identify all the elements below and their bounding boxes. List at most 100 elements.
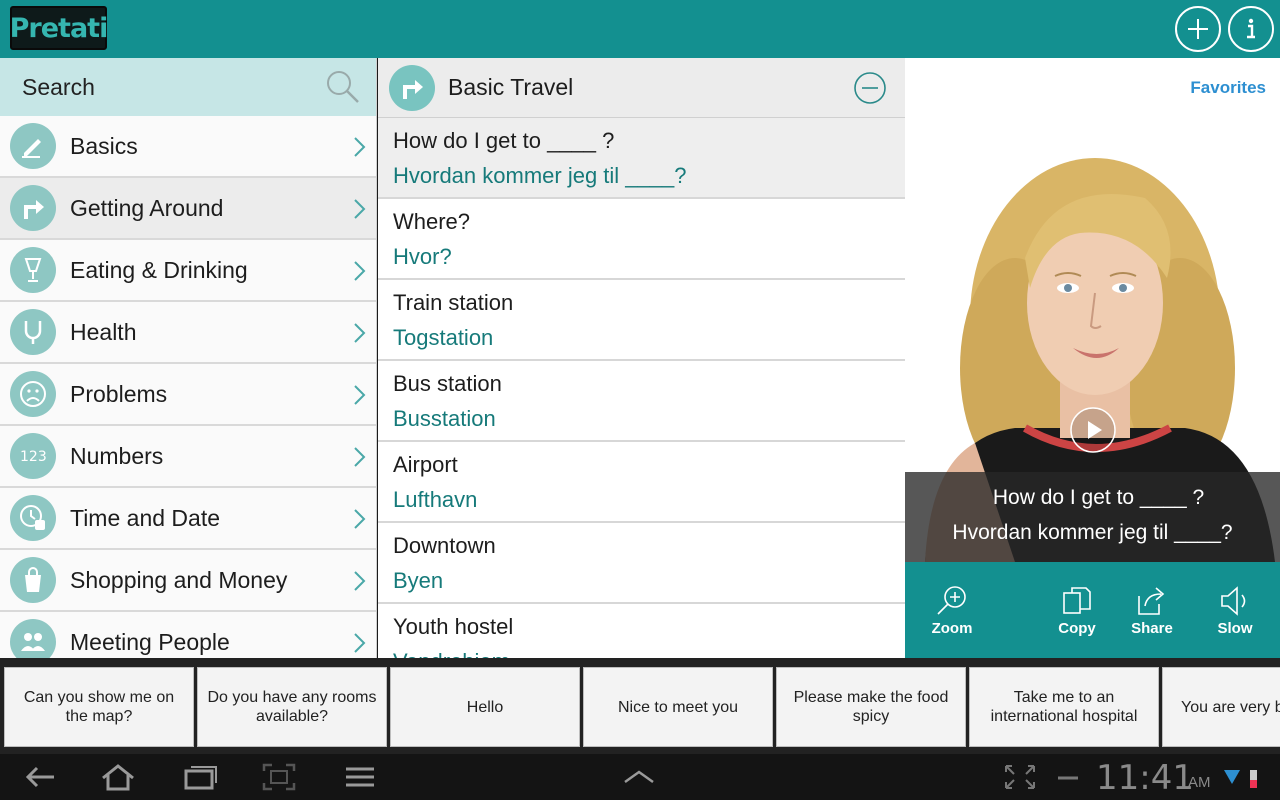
zoom-button[interactable]: Zoom — [920, 584, 984, 637]
favorites-link[interactable]: Favorites — [1190, 78, 1266, 98]
quick-phrase-label: Do you have any rooms available? — [207, 689, 377, 725]
quick-phrase-button[interactable]: Hello — [390, 667, 580, 747]
phrase-translation: Lufthavn — [393, 487, 478, 512]
system-navigation-bar: 11:41 AM — [0, 754, 1280, 800]
category-label: Time and Date — [70, 504, 220, 531]
clock-calendar-icon — [10, 495, 56, 541]
phrase-translation: Busstation — [393, 406, 496, 431]
caption-translation: Hvordan kommer jeg til ____? — [952, 521, 1233, 544]
glass-icon — [10, 247, 56, 293]
caption-english: How do I get to ____ ? — [992, 486, 1205, 509]
quick-phrase-button[interactable]: Nice to meet you — [583, 667, 773, 747]
copy-icon — [1063, 587, 1091, 614]
phrase-panel: Basic Travel How do I get to ____ ? Hvor… — [378, 58, 905, 658]
status-clock: 11:41 — [1096, 758, 1194, 798]
quick-phrase-button[interactable]: Do you have any rooms available? — [197, 667, 387, 747]
search-bar[interactable]: Search — [0, 58, 376, 116]
quick-phrase-label: Nice to meet you — [617, 698, 739, 716]
add-button[interactable] — [1175, 6, 1221, 52]
phrase-item[interactable]: Bus station Busstation — [378, 361, 905, 442]
category-numbers[interactable]: 123 Numbers — [0, 426, 376, 488]
home-icon[interactable] — [100, 762, 136, 792]
phrase-english: Train station — [393, 290, 514, 315]
phrase-item[interactable]: Youth hostel Vandrehjem — [378, 604, 905, 658]
svg-text:123: 123 — [20, 449, 47, 465]
top-bar: Pretati — [0, 0, 1280, 58]
chevron-right-icon — [354, 571, 366, 591]
copy-label: Copy — [1058, 620, 1096, 637]
play-icon[interactable] — [1069, 406, 1117, 454]
action-bar: Zoom Copy Share Slow — [905, 562, 1280, 658]
quick-phrase-button[interactable]: Please make the food spicy — [776, 667, 966, 747]
quick-phrase-button[interactable]: You are very beautiful — [1162, 667, 1280, 747]
category-label: Health — [70, 318, 137, 345]
copy-button[interactable]: Copy — [1045, 584, 1109, 637]
category-label: Getting Around — [70, 194, 224, 221]
chevron-right-icon — [354, 385, 366, 405]
phrase-english: Where? — [393, 209, 471, 234]
info-icon — [1247, 18, 1255, 39]
video-panel: Favorites How do I get to ____ ? Hvordan… — [905, 58, 1280, 658]
share-button[interactable]: Share — [1120, 584, 1184, 637]
info-button[interactable] — [1228, 6, 1274, 52]
menu-icon[interactable] — [342, 762, 378, 792]
phrase-list-header: Basic Travel — [378, 58, 905, 118]
recent-apps-icon[interactable] — [183, 762, 219, 792]
chevron-up-icon[interactable] — [621, 762, 657, 792]
phrase-english: How do I get to ____ ? — [393, 128, 615, 153]
category-time-and-date[interactable]: Time and Date — [0, 488, 376, 550]
phrase-english: Youth hostel — [393, 614, 514, 639]
search-icon[interactable] — [324, 68, 362, 106]
phrase-item[interactable]: Airport Lufthavn — [378, 442, 905, 523]
chevron-right-icon — [354, 261, 366, 281]
wifi-battery-icon — [1224, 770, 1257, 788]
phrase-item[interactable]: Where? Hvor? — [378, 199, 905, 280]
share-label: Share — [1131, 620, 1173, 637]
phrase-translation: Togstation — [393, 325, 494, 350]
chevron-right-icon — [354, 137, 366, 157]
phrase-translation: Hvordan kommer jeg til ____? — [393, 163, 687, 188]
quick-phrase-label: Take me to an international hospital — [990, 689, 1138, 725]
collapse-minus-icon[interactable] — [853, 71, 887, 105]
pencil-note-icon — [10, 123, 56, 169]
category-label: Numbers — [70, 442, 164, 469]
minimize-icon[interactable] — [1052, 762, 1088, 792]
phrase-english: Airport — [393, 452, 458, 477]
chevron-right-icon — [354, 633, 366, 653]
category-label: Basics — [70, 132, 138, 159]
status-ampm: AM — [1188, 774, 1211, 791]
turn-arrow-icon — [10, 185, 56, 231]
category-basics[interactable]: Basics — [0, 116, 376, 178]
phrase-english: Downtown — [393, 533, 496, 558]
category-eating-drinking[interactable]: Eating & Drinking — [0, 240, 376, 302]
app-logo-text: Pretati — [9, 12, 109, 44]
chevron-right-icon — [354, 199, 366, 219]
quick-phrase-label: Can you show me on the map? — [23, 689, 175, 725]
quick-phrase-button[interactable]: Take me to an international hospital — [969, 667, 1159, 747]
phrase-item[interactable]: Downtown Byen — [378, 523, 905, 604]
category-problems[interactable]: Problems — [0, 364, 376, 426]
category-meeting-people[interactable]: Meeting People — [0, 612, 376, 658]
slow-label: Slow — [1217, 620, 1253, 637]
phrase-item[interactable]: Train station Togstation — [378, 280, 905, 361]
fullscreen-icon[interactable] — [1002, 762, 1038, 792]
category-getting-around[interactable]: Getting Around — [0, 178, 376, 240]
speaker-video[interactable]: How do I get to ____ ? Hvordan kommer je… — [905, 138, 1280, 562]
numbers-icon: 123 — [10, 433, 56, 479]
search-label: Search — [22, 73, 95, 100]
people-icon — [10, 619, 56, 658]
turn-arrow-icon — [389, 64, 435, 111]
phrase-translation: Vandrehjem — [393, 649, 905, 658]
video-caption: How do I get to ____ ? Hvordan kommer je… — [905, 472, 1280, 562]
zoom-label: Zoom — [931, 620, 973, 637]
slow-button[interactable]: Slow — [1203, 584, 1267, 637]
category-health[interactable]: Health — [0, 302, 376, 364]
chevron-right-icon — [354, 323, 366, 343]
phrase-item[interactable]: How do I get to ____ ? Hvordan kommer je… — [378, 118, 905, 199]
back-icon[interactable] — [22, 762, 58, 792]
quick-phrase-label: Please make the food spicy — [793, 689, 949, 725]
sad-face-icon — [10, 371, 56, 417]
quick-phrase-button[interactable]: Can you show me on the map? — [4, 667, 194, 747]
category-shopping-and-money[interactable]: Shopping and Money — [0, 550, 376, 612]
screenshot-icon[interactable] — [261, 762, 297, 792]
